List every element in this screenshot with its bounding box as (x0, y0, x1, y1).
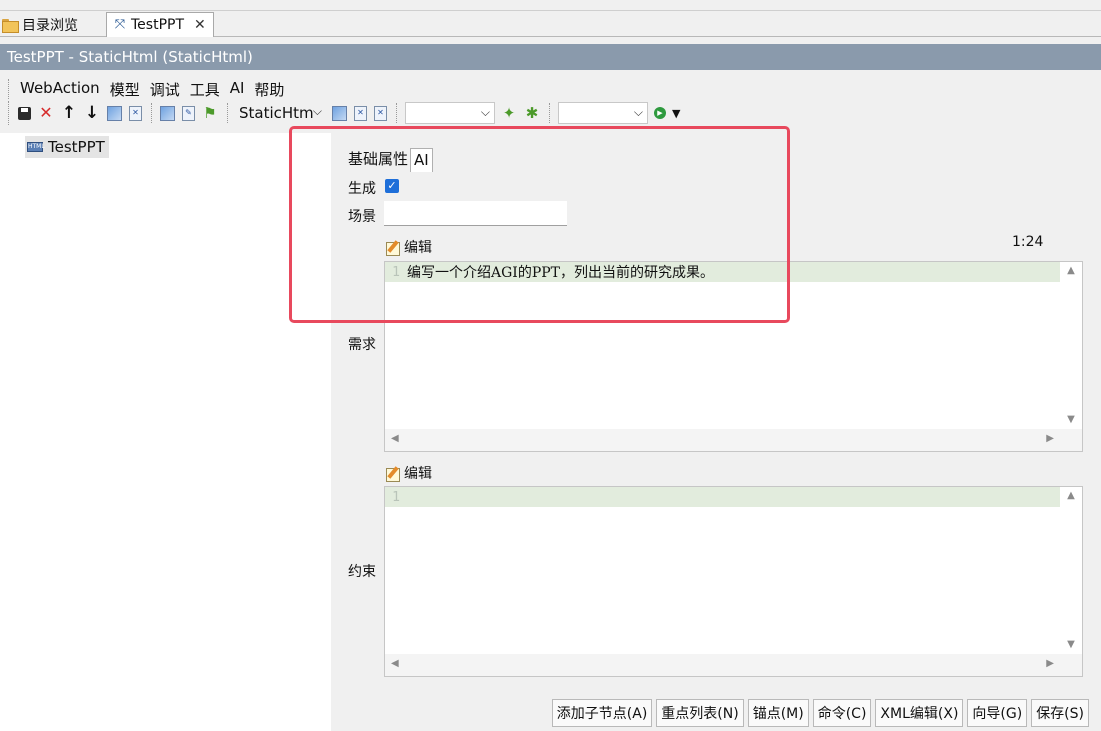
save-button[interactable]: 保存(S) (1031, 699, 1089, 727)
close-icon[interactable]: ✕ (194, 17, 206, 33)
toolbar-separator (396, 103, 397, 123)
divider (0, 10, 1101, 11)
vertical-scrollbar[interactable]: ▲ ▼ (1060, 487, 1082, 654)
dropdown-select-1[interactable]: ⌵ (405, 102, 495, 124)
tree-node-testppt[interactable]: HTML TestPPT (25, 136, 109, 158)
toolbar: ✕ ↑ ↓ ✕ ✎ ⚑ StaticHtm ⌵ ✕ ✕ ⌵ ✦ ✱ ⌵ ▶ ▼ (8, 101, 680, 125)
chevron-down-icon: ⌵ (480, 105, 490, 119)
command-button[interactable]: 命令(C) (812, 699, 872, 727)
menu-ai[interactable]: AI (230, 79, 245, 99)
puzzle-icon[interactable]: ✦ (501, 105, 517, 121)
constraint-label: 约束 (348, 564, 376, 580)
scroll-left-icon[interactable]: ◀ (391, 433, 399, 444)
edit-icon (386, 466, 401, 482)
requirement-editor[interactable]: 1 编写一个介绍AGI的PPT，列出当前的研究成果。 ▲ ▼ ◀ ▶ (384, 261, 1083, 452)
cursor-position: 1:24 (1012, 234, 1044, 250)
requirement-edit-button[interactable]: 编辑 (386, 237, 432, 257)
line-number: 1 (392, 264, 400, 280)
requirement-text[interactable]: 编写一个介绍AGI的PPT，列出当前的研究成果。 (407, 262, 714, 282)
move-down-icon[interactable]: ↓ (84, 105, 100, 122)
edit-label: 编辑 (404, 466, 432, 482)
scroll-left-icon[interactable]: ◀ (391, 658, 399, 669)
scroll-up-icon[interactable]: ▲ (1060, 490, 1082, 501)
add-child-node-button[interactable]: 添加子节点(A) (551, 699, 653, 727)
editor-line: 1 编写一个介绍AGI的PPT，列出当前的研究成果。 (385, 262, 1061, 282)
scroll-down-icon[interactable]: ▼ (1060, 639, 1082, 650)
horizontal-scrollbar[interactable]: ◀ ▶ (385, 654, 1082, 676)
folder-icon (2, 18, 19, 33)
tab-ai[interactable]: AI (410, 148, 433, 172)
toolbar-separator (549, 103, 550, 123)
node-tree: HTML TestPPT (0, 133, 331, 731)
document-x-icon[interactable]: ✕ (129, 105, 142, 121)
toolbar-separator (151, 103, 152, 123)
editor-title: TestPPT - StaticHtml (StaticHtml) (0, 44, 1101, 70)
scroll-right-icon[interactable]: ▶ (1046, 658, 1054, 669)
toolbar-separator (227, 103, 228, 123)
move-up-icon[interactable]: ↑ (61, 105, 77, 122)
menu-webaction[interactable]: WebAction (20, 79, 100, 99)
property-tabs: 基础属性 AI (348, 148, 433, 172)
page-edit-icon[interactable]: ✎ (182, 105, 195, 121)
property-panel: 基础属性 AI 生成 ✓ 场景 编辑 1:24 需求 1 编写一个介绍AGI的P… (331, 133, 1101, 731)
action-buttons: 添加子节点(A) 重点列表(N) 锚点(M) 命令(C) XML编辑(X) 向导… (551, 699, 1089, 727)
tab-testppt[interactable]: ⤧ TestPPT ✕ (106, 12, 214, 37)
editor-line: 1 (385, 487, 1061, 507)
xml-edit-button[interactable]: XML编辑(X) (875, 699, 964, 727)
tab-label: TestPPT (131, 17, 185, 33)
wizard-button[interactable]: 向导(G) (967, 699, 1028, 727)
anchor-button[interactable]: 锚点(M) (747, 699, 809, 727)
line-number: 1 (392, 489, 400, 505)
scroll-up-icon[interactable]: ▲ (1060, 265, 1082, 276)
scroll-down-icon[interactable]: ▼ (1060, 414, 1082, 425)
editor-tab-bar: 目录浏览 ⤧ TestPPT ✕ (0, 0, 1101, 37)
close-all-icon[interactable]: ✕ (374, 105, 387, 121)
generate-checkbox[interactable]: ✓ (385, 179, 399, 193)
save-icon[interactable] (18, 106, 31, 120)
chevron-down-icon: ⌵ (312, 104, 322, 118)
window-icon[interactable] (160, 105, 175, 121)
scroll-right-icon[interactable]: ▶ (1046, 433, 1054, 444)
menu-model[interactable]: 模型 (110, 79, 140, 99)
delete-icon[interactable]: ✕ (38, 105, 54, 121)
run-icon[interactable]: ▶ (654, 107, 666, 119)
html-icon: HTML (27, 142, 45, 152)
tree-node-label: TestPPT (48, 138, 105, 156)
generate-label: 生成 (348, 181, 376, 197)
close-doc-icon[interactable]: ✕ (354, 105, 367, 121)
edit-label: 编辑 (404, 240, 432, 256)
constraint-edit-button[interactable]: 编辑 (386, 463, 432, 483)
puzzle-x-icon[interactable]: ✱ (524, 105, 540, 121)
chevron-down-icon: ⌵ (633, 105, 643, 119)
menu-debug[interactable]: 调试 (150, 79, 180, 99)
key-list-button[interactable]: 重点列表(N) (656, 699, 744, 727)
image-icon[interactable] (107, 105, 122, 121)
scene-label: 场景 (348, 209, 376, 225)
tab-label: 目录浏览 (22, 17, 78, 34)
menu-help[interactable]: 帮助 (254, 79, 284, 99)
gear-x-icon: ⤧ (114, 17, 126, 32)
tab-basic-properties[interactable]: 基础属性 (348, 146, 410, 172)
edit-icon (386, 240, 401, 256)
node-type-value: StaticHtm (239, 104, 314, 122)
constraint-editor[interactable]: 1 ▲ ▼ ◀ ▶ (384, 486, 1083, 677)
vertical-scrollbar[interactable]: ▲ ▼ (1060, 262, 1082, 429)
scene-input[interactable] (384, 201, 567, 226)
menu-bar: WebAction 模型 调试 工具 AI 帮助 (8, 79, 294, 99)
requirement-label: 需求 (348, 337, 376, 353)
node-type-select[interactable]: StaticHtm ⌵ (236, 102, 326, 124)
refresh-icon[interactable] (332, 105, 347, 121)
caret-down-icon[interactable]: ▼ (672, 107, 680, 120)
horizontal-scrollbar[interactable]: ◀ ▶ (385, 429, 1082, 451)
menu-tools[interactable]: 工具 (190, 79, 220, 99)
dropdown-select-2[interactable]: ⌵ (558, 102, 648, 124)
tab-directory-browse[interactable]: 目录浏览 (0, 12, 78, 37)
flag-icon[interactable]: ⚑ (202, 105, 218, 121)
